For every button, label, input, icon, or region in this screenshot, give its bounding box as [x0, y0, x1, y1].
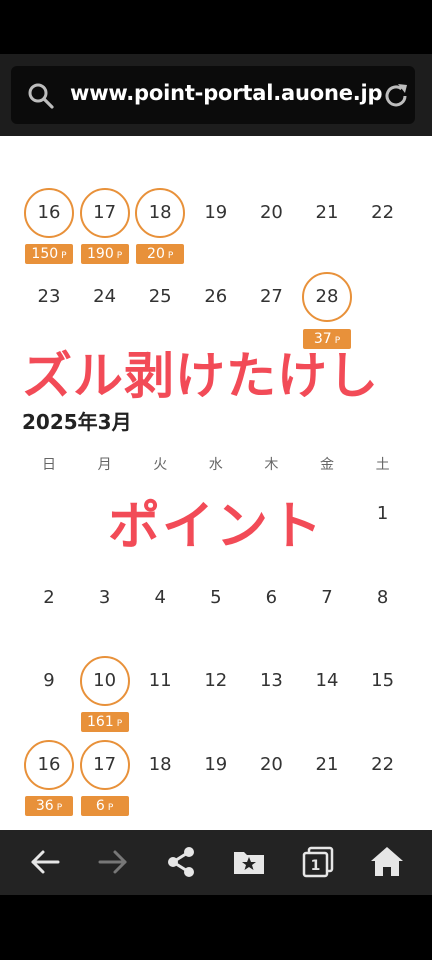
tabs-icon[interactable]: 1	[298, 842, 338, 882]
url-text[interactable]: www.point-portal.auone.jp	[70, 81, 383, 105]
calendar-day[interactable]: 12	[188, 669, 244, 693]
points-value: 150	[31, 246, 59, 262]
points-unit: P	[61, 251, 67, 261]
calendar-day[interactable]: 16	[21, 753, 77, 777]
home-icon[interactable]	[367, 842, 407, 882]
calendar-day[interactable]: 4	[132, 586, 188, 610]
points-badge: 161 P	[80, 712, 129, 732]
calendar-day[interactable]: 11	[132, 669, 188, 693]
calendar-day[interactable]: 25	[132, 285, 188, 309]
back-icon[interactable]	[25, 842, 65, 882]
points-badge: 6P	[80, 796, 129, 816]
points-unit: P	[107, 803, 114, 813]
calendar-day[interactable]: 18	[132, 201, 188, 225]
points-badge: 36 P	[25, 796, 73, 816]
weekday-header: 金	[320, 457, 334, 473]
forward-icon[interactable]	[93, 842, 133, 882]
share-icon[interactable]	[161, 842, 201, 882]
calendar-day[interactable]: 27	[243, 285, 299, 309]
calendar-day[interactable]: 6	[243, 586, 299, 610]
weekday-header: 月	[97, 457, 112, 473]
search-icon	[28, 83, 54, 109]
calendar-day[interactable]: 14	[299, 669, 355, 693]
points-value: 190	[87, 246, 114, 262]
status-bar	[0, 0, 432, 54]
calendar-day[interactable]: 9	[21, 669, 77, 693]
month-title: 2025年3月	[22, 410, 132, 434]
calendar-day[interactable]: 20	[243, 201, 299, 225]
points-unit: P	[56, 803, 63, 813]
weekday-header: 日	[42, 457, 56, 473]
weekday-header: 木	[264, 457, 279, 473]
system-nav-area	[0, 895, 432, 960]
points-badge: 150 P	[25, 244, 73, 264]
calendar-day[interactable]: 10	[77, 669, 133, 693]
overlay-subline: ポイント	[108, 497, 325, 557]
points-unit: P	[116, 251, 123, 261]
points-value: 36	[35, 798, 54, 814]
calendar-day[interactable]: 19	[188, 201, 244, 225]
points-unit: P	[167, 251, 174, 261]
weekday-header: 水	[208, 457, 223, 473]
calendar-day[interactable]: 26	[188, 285, 244, 309]
calendar-day[interactable]: 17	[77, 201, 133, 225]
calendar-day[interactable]: 20	[243, 753, 299, 777]
calendar-day[interactable]: 15	[355, 669, 411, 693]
browser-toolbar: www.point-portal.auone.jp	[0, 54, 432, 136]
calendar-day[interactable]: 22	[355, 201, 411, 225]
reload-icon[interactable]	[381, 81, 411, 111]
overlay-headline: ズル剥けたけし	[22, 347, 379, 405]
calendar-day[interactable]: 5	[188, 586, 244, 610]
calendar-day[interactable]: 13	[243, 669, 299, 693]
calendar-day[interactable]: 23	[21, 285, 77, 309]
calendar-day[interactable]: 21	[299, 201, 355, 225]
calendar-day[interactable]: 19	[188, 753, 244, 777]
points-badge: 20 P	[136, 244, 185, 264]
calendar-day[interactable]: 3	[77, 586, 133, 610]
calendar-day[interactable]: 21	[299, 753, 355, 777]
calendar-day[interactable]: 22	[355, 753, 411, 777]
points-value: 6	[95, 798, 105, 814]
bookmarks-icon[interactable]	[229, 842, 269, 882]
calendar-day[interactable]: 28	[299, 285, 355, 309]
calendar-day[interactable]: 2	[21, 586, 77, 610]
points-unit: P	[116, 719, 123, 729]
points-value: 20	[147, 246, 165, 262]
page-content: 16 150 P 17 190 P 18 20 P 19 20 21 22 23 24 25 26 27 28 37 P…	[0, 136, 432, 830]
weekday-header: 土	[375, 457, 390, 473]
calendar-day[interactable]: 8	[355, 586, 411, 610]
points-badge: 190 P	[80, 244, 129, 264]
calendar-day[interactable]: 16	[21, 201, 77, 225]
calendar-day[interactable]: 18	[132, 753, 188, 777]
bottom-navigation: 1	[0, 830, 432, 895]
calendar-day[interactable]: 1	[355, 502, 411, 526]
calendar-day[interactable]: 7	[299, 586, 355, 610]
tab-count: 1	[311, 858, 321, 874]
address-bar[interactable]: www.point-portal.auone.jp	[11, 66, 415, 124]
weekday-header: 火	[153, 457, 168, 473]
calendar-day[interactable]: 17	[77, 753, 133, 777]
calendar-day[interactable]: 24	[77, 285, 133, 309]
points-value: 161	[87, 714, 114, 730]
